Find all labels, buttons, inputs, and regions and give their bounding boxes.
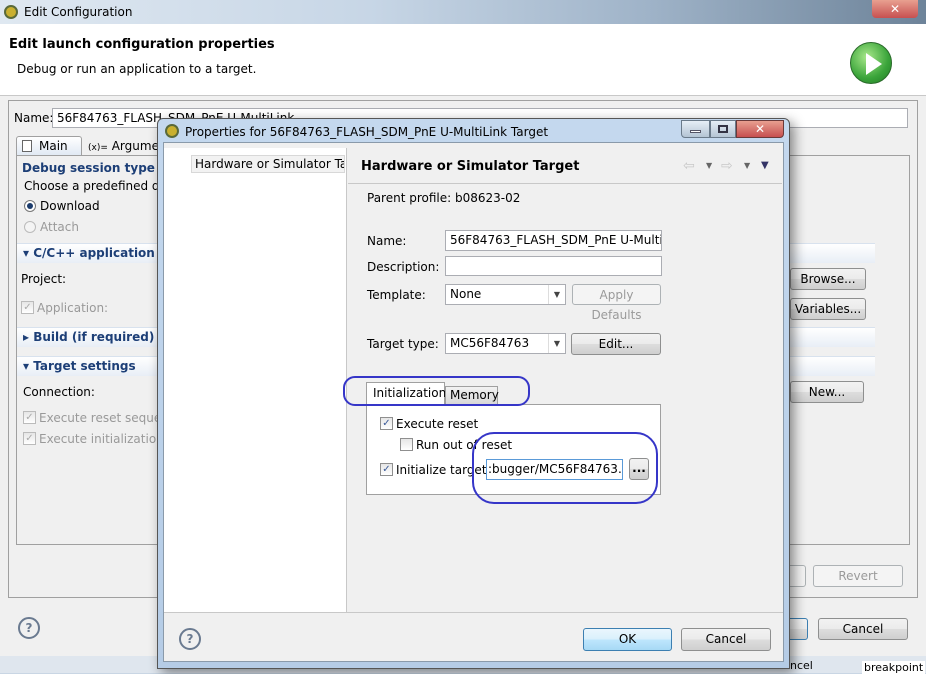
chevron-down-icon: ▼	[548, 285, 565, 304]
maximize-button[interactable]	[710, 120, 736, 138]
target-type-label: Target type:	[367, 337, 439, 351]
target-name-field[interactable]: 56F84763_FLASH_SDM_PnE U-MultiLink	[445, 230, 662, 251]
dialog-icon	[165, 124, 179, 138]
execute-reset-label: Execute reset	[396, 417, 479, 431]
nav-back-icon[interactable]: ⇦	[683, 158, 695, 174]
ok-button[interactable]: OK	[583, 628, 672, 651]
tree-panel	[164, 148, 347, 612]
template-label: Template:	[367, 288, 426, 302]
dialog-footer-separator	[164, 612, 783, 613]
dialog-cancel-button[interactable]: Cancel	[681, 628, 771, 651]
document-icon	[22, 140, 32, 152]
debug-session-title: Debug session type	[22, 161, 155, 175]
annotation-ellipse-tabs	[343, 376, 530, 406]
name-label: Name:	[14, 111, 54, 125]
radio-download[interactable]	[24, 200, 36, 212]
page-title: Hardware or Simulator Target	[361, 159, 580, 174]
parent-profile-label: Parent profile: b08623-02	[367, 191, 521, 205]
header-title: Edit launch configuration properties	[9, 37, 275, 52]
radio-download-label: Download	[40, 199, 100, 213]
description-label: Description:	[367, 260, 440, 274]
parent-profile-value: b08623-02	[455, 191, 521, 205]
tree-item-hardware-target[interactable]: Hardware or Simulator Targe	[191, 155, 345, 173]
template-select[interactable]: None ▼	[445, 284, 566, 305]
execute-init-label: Execute initialization s	[39, 432, 174, 446]
radio-attach-label: Attach	[40, 220, 79, 234]
new-connection-button[interactable]: New...	[790, 381, 864, 403]
dialog-help-icon[interactable]: ?	[179, 628, 201, 650]
background-breakpoint: breakpoint	[862, 661, 926, 674]
nav-back-menu-icon[interactable]: ▼	[706, 161, 712, 170]
connection-label: Connection:	[23, 385, 95, 399]
description-field[interactable]	[445, 256, 662, 276]
app-icon	[4, 5, 18, 19]
run-out-of-reset-checkbox[interactable]	[400, 438, 413, 451]
project-label: Project:	[21, 272, 67, 286]
execute-init-checkbox[interactable]: ✓	[23, 432, 36, 445]
edit-target-button[interactable]: Edit...	[571, 333, 661, 355]
execute-reset-sequence-checkbox[interactable]: ✓	[23, 411, 36, 424]
cancel-button[interactable]: Cancel	[818, 618, 908, 640]
application-checkbox[interactable]: ✓	[21, 301, 34, 314]
radio-attach[interactable]	[24, 221, 36, 233]
target-type-select[interactable]: MC56F84763 ▼	[445, 333, 566, 354]
view-menu-icon[interactable]: ▼	[761, 160, 769, 171]
nav-forward-menu-icon[interactable]: ▼	[744, 161, 750, 170]
window-title: Edit Configuration	[24, 5, 133, 19]
background-cancel-fragment: ncel	[790, 659, 813, 672]
page-title-separator	[348, 183, 782, 184]
window-titlebar	[0, 0, 926, 24]
revert-button[interactable]: Revert	[813, 565, 903, 587]
tab-main[interactable]: Main	[16, 136, 82, 156]
debug-session-subtitle: Choose a predefined deb	[24, 179, 175, 193]
window-close-button[interactable]: ✕	[872, 0, 918, 18]
execute-reset-checkbox[interactable]: ✓	[380, 417, 393, 430]
dialog-close-button[interactable]: ✕	[736, 120, 784, 138]
header-subtitle: Debug or run an application to a target.	[17, 62, 257, 76]
initialize-target-checkbox[interactable]: ✓	[380, 463, 393, 476]
dialog-title: Properties for 56F84763_FLASH_SDM_PnE U-…	[185, 125, 549, 139]
run-icon	[850, 42, 892, 84]
annotation-ellipse-path	[472, 432, 658, 504]
minimize-button[interactable]	[681, 120, 710, 138]
nav-forward-icon[interactable]: ⇨	[721, 158, 733, 174]
variables-button[interactable]: Variables...	[790, 298, 866, 320]
tab-arguments[interactable]: (x)= Argumen	[88, 139, 167, 153]
application-label: Application:	[37, 301, 109, 315]
header	[0, 24, 926, 96]
chevron-down-icon: ▼	[548, 334, 565, 353]
apply-defaults-button[interactable]: Apply Defaults	[572, 284, 661, 322]
target-name-label: Name:	[367, 234, 407, 248]
browse-button[interactable]: Browse...	[790, 268, 866, 290]
variable-icon: (x)=	[88, 143, 108, 153]
help-icon[interactable]: ?	[18, 617, 40, 639]
